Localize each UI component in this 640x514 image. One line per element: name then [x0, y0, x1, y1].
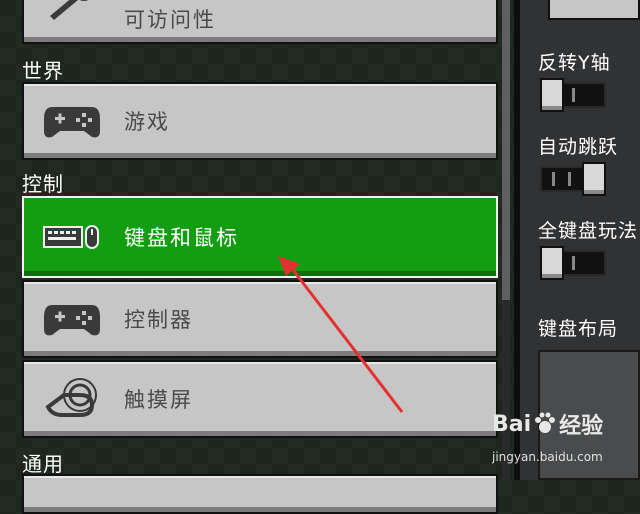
paw-icon — [533, 412, 557, 436]
nav-item-general-partial[interactable] — [22, 474, 498, 514]
baidu-watermark: Bai 经验 jingyan.baidu.com — [492, 408, 640, 480]
watermark-logo: Bai 经验 — [492, 408, 603, 440]
watermark-url: jingyan.baidu.com — [492, 450, 603, 464]
watermark-brand2: 经验 — [559, 414, 604, 439]
watermark-brand: Bai — [492, 411, 532, 437]
